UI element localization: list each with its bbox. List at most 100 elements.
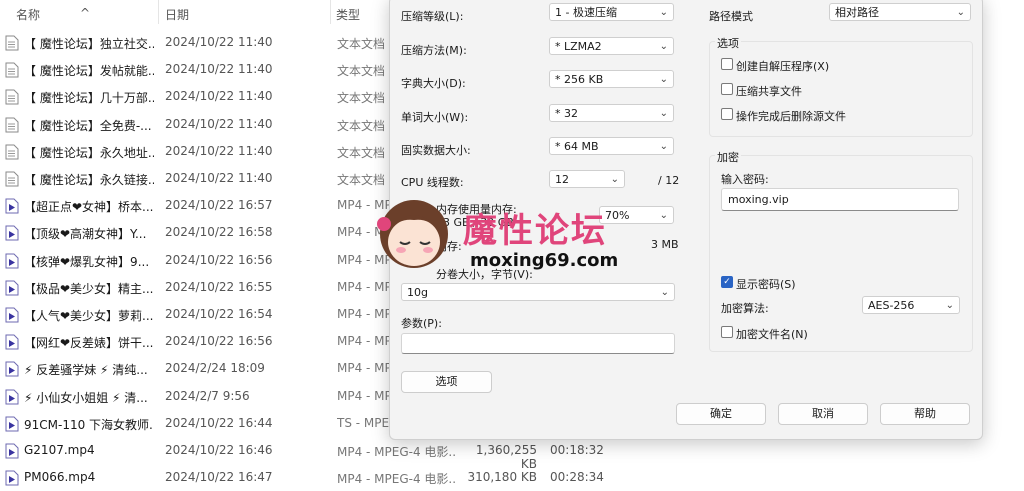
show-password-checkbox[interactable]: ✓ bbox=[721, 276, 733, 288]
file-name: 【 魔性论坛】永久链接... bbox=[24, 173, 154, 187]
file-size: 310,180 KB bbox=[467, 470, 537, 485]
encryption-method-label: 加密算法: bbox=[721, 302, 769, 315]
encryption-group-title: 加密 bbox=[715, 149, 741, 165]
password-input[interactable]: moxing.vip bbox=[721, 188, 959, 211]
compress-shared-label[interactable]: 压缩共享文件 bbox=[736, 83, 802, 99]
file-duration: 00:18:32 bbox=[550, 443, 604, 457]
solid-block-size-label: 固实数据大小: bbox=[401, 144, 471, 157]
encryption-method-value: AES-256 bbox=[868, 299, 915, 312]
file-type: MP4 - MPEG-4 电影... bbox=[337, 445, 457, 459]
chevron-down-icon: ⌄ bbox=[610, 174, 619, 185]
sort-ascending-icon: ^ bbox=[80, 6, 91, 20]
path-mode-select[interactable]: 相对路径 ⌄ bbox=[829, 3, 971, 21]
column-divider[interactable] bbox=[330, 0, 331, 24]
path-mode-label: 路径模式 bbox=[709, 10, 753, 23]
file-date: 2024/10/22 16:56 bbox=[165, 334, 273, 349]
file-name: 【核弹❤爆乳女神】9... bbox=[24, 254, 150, 269]
volume-size-combobox[interactable]: 10g ⌄ bbox=[401, 283, 675, 301]
file-name: 91CM-110 下海女教师... bbox=[24, 417, 154, 432]
parameters-input[interactable] bbox=[401, 333, 675, 354]
file-name: PM066.mp4 bbox=[24, 470, 96, 485]
file-name: 【 魔性论坛】几十万部... bbox=[24, 91, 154, 106]
word-size-value: * 32 bbox=[555, 107, 578, 120]
file-date: 2024/10/22 16:44 bbox=[165, 415, 273, 430]
video-file-icon bbox=[5, 334, 19, 350]
chevron-down-icon: ⌄ bbox=[659, 7, 668, 18]
column-date-header[interactable]: 日期 bbox=[165, 6, 189, 23]
file-date: 2024/10/22 11:40 bbox=[165, 171, 273, 185]
compression-level-select[interactable]: 1 - 极速压缩 ⌄ bbox=[549, 3, 674, 21]
file-date: 2024/10/22 16:56 bbox=[165, 252, 273, 267]
video-file-icon bbox=[5, 198, 19, 214]
chevron-down-icon: ⌄ bbox=[659, 141, 668, 152]
file-name: ⚡ 反差骚学妹 ⚡ 清纯... bbox=[24, 363, 148, 378]
options-group-title: 选项 bbox=[715, 35, 741, 51]
cpu-threads-label: CPU 线程数: bbox=[401, 176, 464, 189]
file-date: 2024/10/22 11:40 bbox=[165, 143, 273, 158]
compression-level-label: 压缩等级(L): bbox=[401, 10, 464, 23]
dictionary-size-select[interactable]: * 256 KB ⌄ bbox=[549, 70, 674, 88]
file-name: ⚡ 小仙女小姐姐 ⚡ 清... bbox=[24, 390, 148, 405]
file-name: 【人气❤美少女】萝莉... bbox=[24, 309, 154, 323]
compression-method-select[interactable]: * LZMA2 ⌄ bbox=[549, 37, 674, 55]
solid-block-size-value: * 64 MB bbox=[555, 140, 599, 153]
watermark-url: moxing69.com bbox=[470, 250, 619, 271]
compression-method-value: * LZMA2 bbox=[555, 40, 602, 53]
video-file-icon bbox=[5, 280, 19, 296]
cpu-threads-value: 12 bbox=[555, 173, 569, 186]
dictionary-size-value: * 256 KB bbox=[555, 73, 604, 86]
file-date: 2024/10/22 16:54 bbox=[165, 307, 273, 321]
file-name: 【 魔性论坛】全免费-... bbox=[24, 118, 152, 133]
encryption-method-select[interactable]: AES-256 ⌄ bbox=[862, 296, 960, 314]
compress-shared-checkbox[interactable] bbox=[721, 83, 733, 95]
text-file-icon bbox=[5, 35, 19, 51]
create-sfx-label[interactable]: 创建自解压程序(X) bbox=[736, 58, 829, 74]
file-date: 2024/2/24 18:09 bbox=[165, 361, 265, 376]
compression-level-value: 1 - 极速压缩 bbox=[555, 6, 617, 19]
video-file-icon bbox=[5, 253, 19, 269]
solid-block-size-select[interactable]: * 64 MB ⌄ bbox=[549, 137, 674, 155]
ok-button[interactable]: 确定 bbox=[676, 403, 766, 425]
file-date: 2024/10/22 11:40 bbox=[165, 116, 273, 131]
memory-usage-value: 70% bbox=[605, 209, 630, 222]
file-name: 【超正点❤女神】桥本... bbox=[24, 200, 154, 215]
cpu-threads-max: / 12 bbox=[658, 174, 680, 187]
file-date: 2024/10/22 16:58 bbox=[165, 225, 273, 240]
decompress-memory-value: 3 MB bbox=[651, 238, 679, 251]
help-button[interactable]: 帮助 bbox=[880, 403, 970, 425]
show-password-label[interactable]: 显示密码(S) bbox=[736, 276, 796, 292]
file-name: 【 魔性论坛】永久地址... bbox=[24, 145, 154, 160]
text-file-icon bbox=[5, 89, 19, 105]
column-name-header[interactable]: 名称 bbox=[16, 6, 40, 23]
video-file-icon bbox=[5, 389, 19, 405]
parameters-label: 参数(P): bbox=[401, 317, 442, 330]
options-button[interactable]: 选项 bbox=[401, 371, 492, 393]
file-date: 2024/10/22 16:55 bbox=[165, 279, 273, 294]
word-size-label: 单词大小(W): bbox=[401, 111, 469, 124]
delete-after-label[interactable]: 操作完成后删除源文件 bbox=[736, 108, 846, 124]
video-file-icon bbox=[5, 416, 19, 432]
create-sfx-checkbox[interactable] bbox=[721, 58, 733, 70]
chevron-down-icon: ⌄ bbox=[956, 7, 965, 18]
memory-usage-select[interactable]: 70% ⌄ bbox=[599, 206, 674, 224]
file-row[interactable]: G2107.mp4 2024/10/22 16:46 MP4 - MPEG-4 电影… bbox=[0, 437, 1024, 471]
chevron-down-icon: ⌄ bbox=[659, 74, 668, 85]
cpu-threads-select[interactable]: 12 ⌄ bbox=[549, 170, 625, 188]
video-file-icon bbox=[5, 307, 19, 323]
column-divider[interactable] bbox=[158, 0, 159, 24]
text-file-icon bbox=[5, 62, 19, 78]
video-file-icon bbox=[5, 443, 19, 459]
cancel-button[interactable]: 取消 bbox=[778, 403, 868, 425]
file-date: 2024/10/22 11:40 bbox=[165, 35, 273, 49]
column-type-header[interactable]: 类型 bbox=[336, 6, 360, 23]
encrypt-filenames-checkbox[interactable] bbox=[721, 326, 733, 338]
file-name: 【 魔性论坛】发帖就能... bbox=[24, 64, 154, 79]
encrypt-filenames-label[interactable]: 加密文件名(N) bbox=[736, 326, 808, 342]
word-size-select[interactable]: * 32 ⌄ bbox=[549, 104, 674, 122]
delete-after-checkbox[interactable] bbox=[721, 108, 733, 120]
mascot-girl-logo bbox=[377, 200, 448, 268]
video-file-icon bbox=[5, 470, 19, 486]
file-date: 2024/10/22 16:46 bbox=[165, 443, 273, 457]
chevron-down-icon: ⌄ bbox=[659, 210, 668, 221]
file-name: G2107.mp4 bbox=[24, 443, 95, 457]
